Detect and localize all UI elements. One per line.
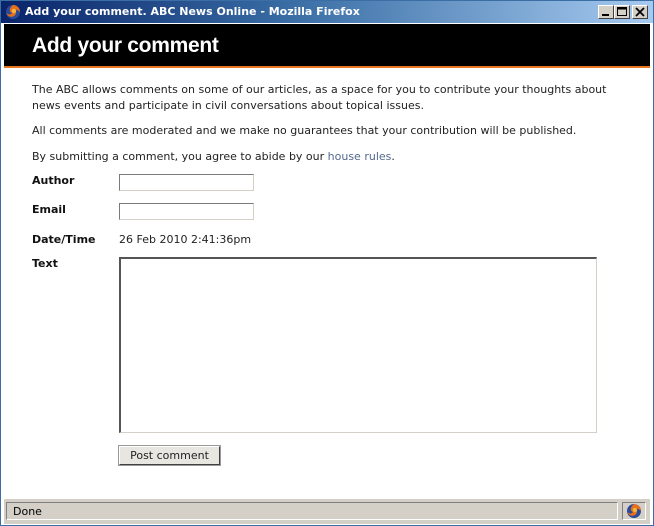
close-button[interactable] <box>632 5 648 19</box>
status-text: Done <box>13 505 42 518</box>
text-label: Text <box>32 257 58 270</box>
author-input[interactable] <box>119 174 254 191</box>
moderation-notice: All comments are moderated and we make n… <box>32 124 577 137</box>
title-bar[interactable]: Add your comment. ABC News Online - Mozi… <box>1 1 653 23</box>
status-text-panel: Done <box>6 502 618 520</box>
email-label: Email <box>32 203 66 216</box>
window-title: Add your comment. ABC News Online - Mozi… <box>25 5 360 18</box>
firefox-icon <box>627 504 641 518</box>
firefox-icon <box>5 4 21 20</box>
post-comment-button[interactable]: Post comment <box>118 445 221 466</box>
minimize-icon <box>602 14 609 16</box>
house-rules-suffix: . <box>391 150 395 163</box>
house-rules-prefix: By submitting a comment, you agree to ab… <box>32 150 328 163</box>
maximize-button[interactable] <box>614 5 630 19</box>
datetime-label: Date/Time <box>32 233 96 246</box>
browser-window: Add your comment. ABC News Online - Mozi… <box>0 0 654 526</box>
status-bar: Done <box>4 498 650 524</box>
page-title: Add your comment <box>32 34 219 57</box>
comment-form-page: The ABC allows comments on some of our a… <box>4 68 650 495</box>
close-icon <box>635 7 645 17</box>
datetime-value: 26 Feb 2010 2:41:36pm <box>119 233 252 246</box>
page-header: Add your comment <box>4 24 650 68</box>
comment-textarea[interactable] <box>119 257 597 433</box>
house-rules-link[interactable]: house rules <box>328 150 392 163</box>
maximize-icon <box>617 7 627 16</box>
author-label: Author <box>32 174 75 187</box>
email-input[interactable] <box>119 203 254 220</box>
status-icon-panel[interactable] <box>622 502 646 520</box>
minimize-button[interactable] <box>598 5 614 19</box>
house-rules-notice: By submitting a comment, you agree to ab… <box>32 149 622 165</box>
intro-paragraph: The ABC allows comments on some of our a… <box>32 83 607 112</box>
